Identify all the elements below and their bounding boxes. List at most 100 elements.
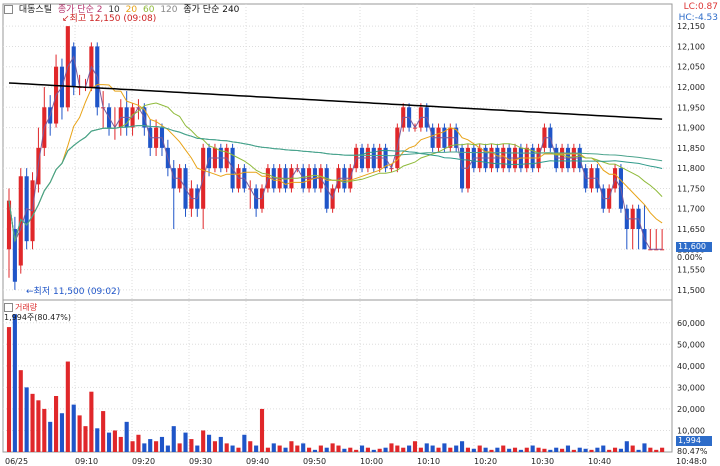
volume-bar [483,447,488,452]
high-annotation: ↙최고 12,150 (09:08) [62,14,157,24]
time-tick-label: 10:10 [417,457,440,466]
volume-bar [377,448,382,452]
volume-bar [583,448,588,452]
volume-bar [383,447,388,452]
volume-bar [112,430,117,452]
volume-bar [124,421,129,452]
price-panel [2,3,673,301]
volume-bar [230,445,235,452]
moving-averages [8,55,663,250]
lc-value: LC:0.87 [683,2,718,12]
volume-tick-label: 60,000 [677,319,705,328]
volume-bar [542,448,547,452]
volume-bars [6,314,665,452]
stock-name: 대동스틸 [18,5,52,15]
volume-bar [24,387,29,452]
time-tick-label: 06/25 [5,457,28,466]
volume-bar [307,447,312,452]
time-tick-label: 09:50 [303,457,326,466]
volume-bar [601,445,606,452]
volume-bar [95,428,100,452]
time-tick-label: 10:30 [531,457,554,466]
volume-bar [548,449,553,452]
volume-bar [30,393,35,452]
volume-tick-label: 20,000 [677,405,705,414]
time-tick-label: 10:40 [588,457,611,466]
volume-bar [612,447,618,452]
volume-bar [571,449,576,452]
volume-bar [554,447,559,452]
volume-bar [106,432,112,452]
volume-bar [324,447,329,452]
volume-bar [448,447,453,452]
volume-title: 거래량 [15,303,38,312]
volume-value: 1,994주(80.47%) [4,313,72,322]
volume-bar [512,447,518,452]
volume-bar [42,408,47,452]
volume-bar [295,445,300,452]
volume-tick-label: 30,000 [677,383,705,392]
volume-bar [259,408,265,452]
volume-bar [301,443,306,452]
volume-bar [595,447,600,452]
volume-bar [418,447,423,452]
volume-bar [336,445,341,452]
price-tick-label: 12,050 [677,63,705,72]
volume-bar [412,441,418,452]
volume-bar [59,413,65,452]
volume-bar [442,443,447,452]
volume-bar [371,449,376,452]
volume-bar [254,445,259,452]
last-price-pct: 0.00% [677,253,703,262]
volume-bar [71,404,76,452]
volume-bar [565,445,571,452]
time-tick-label: 09:40 [246,457,269,466]
volume-bar [171,426,176,452]
hc-value: HC:-4.53 [678,13,718,23]
volume-bar [236,447,241,452]
volume-bar [560,448,565,452]
volume-bar [648,447,653,452]
collapse-icon[interactable] [4,303,13,312]
volume-bar [507,448,512,452]
volume-bar [460,441,465,452]
ma-20-line [8,102,663,242]
low-annotation: ←최저 11,500 (09:02) [26,287,121,297]
time-tick-label: 10:00 [360,457,383,466]
volume-bar [54,396,59,452]
volume-bar [530,445,535,452]
arrow-icon: ← [26,287,34,297]
volume-bar [624,441,629,452]
corner-info: LC:0.87 HC:-4.53 [679,2,718,24]
volume-bar [501,445,506,452]
volume-bar [577,447,582,452]
volume-bar [18,370,23,452]
volume-bar [524,447,529,452]
volume-bar [395,445,400,452]
volume-bar [454,445,459,452]
volume-bar [154,441,159,452]
price-tick-label: 11,850 [677,144,705,153]
volume-bar [248,441,253,452]
volume-bar [183,432,188,452]
volume-bar [401,447,406,452]
volume-bar [12,314,17,452]
volume-bar [77,415,82,452]
volume-bar [312,449,318,452]
volume-bar [159,436,165,452]
volume-bar [189,439,194,452]
volume-pct: 80.47% [677,447,708,456]
price-tick-label: 11,500 [677,286,705,295]
chart-canvas: 12,15012,10012,05012,00011,95011,90011,8… [2,3,707,466]
volume-bar [430,445,435,452]
volume-bar [165,445,170,452]
volume-bar [660,447,665,452]
time-tick-label: 10:48:0 [676,457,707,466]
price-tick-label: 11,800 [677,164,705,173]
price-tick-label: 12,000 [677,83,705,92]
volume-bar [271,443,276,452]
volume-bar [636,449,641,452]
volume-tick-label: 40,000 [677,362,705,371]
collapse-icon[interactable] [4,5,13,14]
price-tick-label: 11,650 [677,225,705,234]
